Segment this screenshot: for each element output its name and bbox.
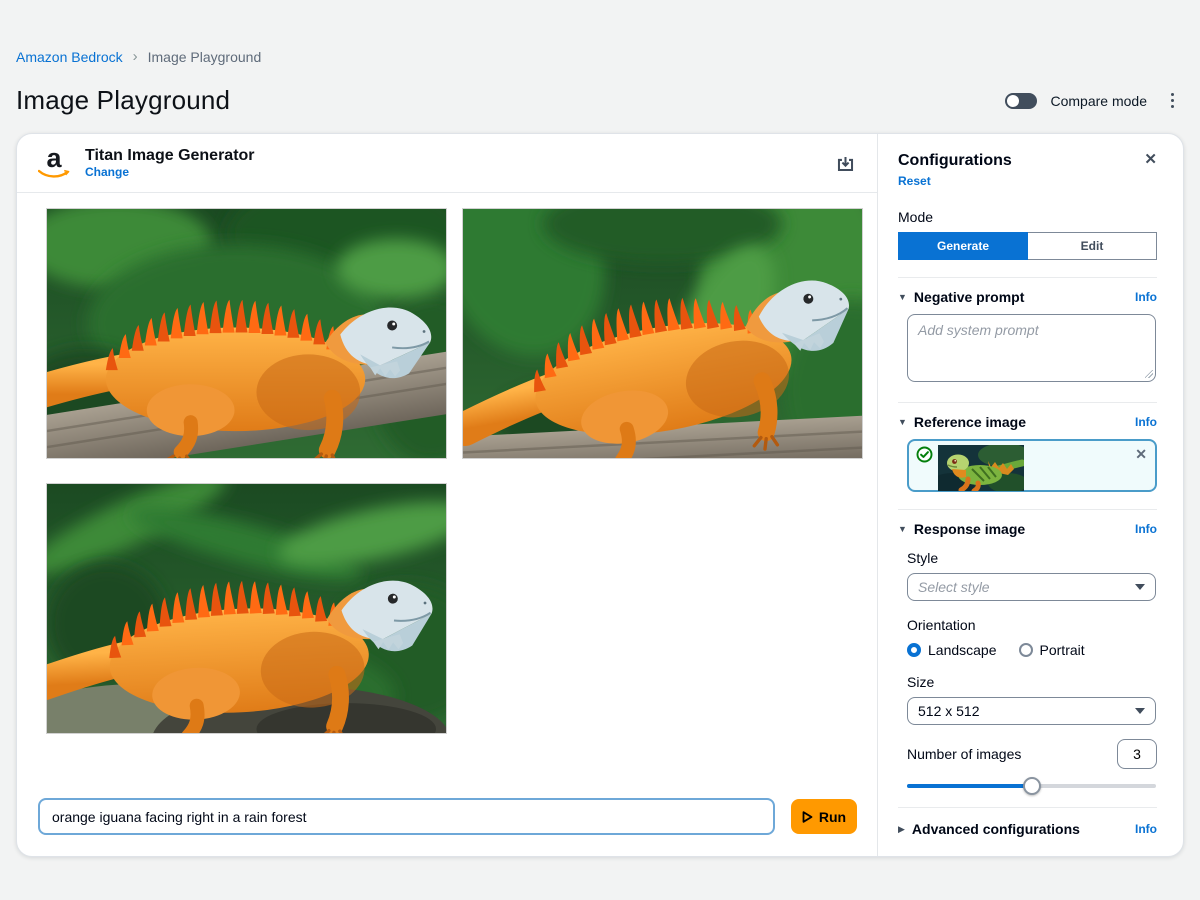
number-of-images-input[interactable] <box>1117 739 1157 769</box>
divider <box>898 807 1157 808</box>
number-of-images-slider[interactable] <box>907 777 1156 795</box>
kebab-menu-icon[interactable] <box>1161 89 1184 112</box>
number-of-images-label: Number of images <box>907 746 1021 762</box>
divider <box>898 509 1157 510</box>
breadcrumb: Amazon Bedrock › Image Playground <box>16 48 1184 65</box>
main-panel: a Titan Image Generator Change <box>17 134 878 856</box>
mode-edit-button[interactable]: Edit <box>1028 232 1157 260</box>
caret-down-icon <box>1135 584 1145 590</box>
page-title: Image Playground <box>16 85 230 116</box>
slider-handle[interactable] <box>1023 777 1041 795</box>
generated-image-3[interactable] <box>47 484 446 733</box>
breadcrumb-current: Image Playground <box>148 49 262 65</box>
run-label: Run <box>819 809 846 825</box>
reference-image-thumbnail <box>938 445 1024 491</box>
configurations-panel: Configurations ✕ Reset Mode Generate Edi… <box>878 134 1183 856</box>
response-image-info-link[interactable]: Info <box>1135 522 1157 536</box>
page-header: Image Playground Compare mode <box>16 85 1184 116</box>
model-header: a Titan Image Generator Change <box>17 134 877 193</box>
play-icon <box>802 811 813 823</box>
reference-image-token[interactable]: ✕ <box>907 439 1157 492</box>
playground-card: a Titan Image Generator Change <box>16 133 1184 857</box>
configurations-title: Configurations <box>898 152 1012 170</box>
advanced-configurations-section-header[interactable]: ▶ Advanced configurations Info <box>898 821 1157 837</box>
orientation-landscape-radio[interactable]: Landscape <box>907 642 997 658</box>
reference-image-info-link[interactable]: Info <box>1135 415 1157 429</box>
radio-selected-icon <box>907 643 921 657</box>
slider-fill <box>907 784 1032 788</box>
success-check-icon <box>916 446 933 463</box>
expand-icon: ▶ <box>898 824 905 835</box>
compare-mode-label: Compare mode <box>1051 93 1148 109</box>
toggle-knob <box>1007 95 1019 107</box>
breadcrumb-separator-icon: › <box>133 48 138 65</box>
collapse-icon: ▼ <box>898 524 907 534</box>
collapse-icon: ▼ <box>898 417 907 427</box>
generated-image-1[interactable] <box>47 209 446 458</box>
caret-down-icon <box>1135 708 1145 714</box>
response-image-section-header[interactable]: ▼ Response image Info <box>898 521 1157 537</box>
model-name: Titan Image Generator <box>85 147 255 165</box>
reference-image-section-header[interactable]: ▼ Reference image Info <box>898 414 1157 430</box>
style-select[interactable]: Select style <box>907 573 1156 601</box>
negative-prompt-textarea[interactable] <box>907 314 1156 382</box>
mode-generate-button[interactable]: Generate <box>898 232 1028 260</box>
mode-label: Mode <box>898 209 1157 225</box>
orientation-portrait-radio[interactable]: Portrait <box>1019 642 1085 658</box>
remove-reference-icon[interactable]: ✕ <box>1135 446 1147 463</box>
amazon-logo-icon: a <box>37 147 71 179</box>
breadcrumb-link-bedrock[interactable]: Amazon Bedrock <box>16 49 123 65</box>
mode-segmented-control: Generate Edit <box>898 232 1157 260</box>
divider <box>898 402 1157 403</box>
close-panel-icon[interactable]: ✕ <box>1144 152 1157 168</box>
radio-unselected-icon <box>1019 643 1033 657</box>
negative-prompt-info-link[interactable]: Info <box>1135 290 1157 304</box>
generated-image-2[interactable] <box>463 209 862 458</box>
prompt-bar: Run <box>17 798 877 856</box>
divider <box>898 277 1157 278</box>
size-label: Size <box>907 674 1157 690</box>
orientation-label: Orientation <box>907 617 1157 633</box>
run-button[interactable]: Run <box>791 799 857 834</box>
change-model-link[interactable]: Change <box>85 165 255 179</box>
collapse-icon: ▼ <box>898 292 907 302</box>
reset-link[interactable]: Reset <box>898 174 931 188</box>
advanced-configurations-info-link[interactable]: Info <box>1135 822 1157 836</box>
size-select[interactable]: 512 x 512 <box>907 697 1156 725</box>
prompt-input[interactable] <box>38 798 775 835</box>
download-icon[interactable] <box>836 154 855 173</box>
generated-images-gallery <box>17 193 877 733</box>
compare-mode-toggle[interactable] <box>1005 93 1037 109</box>
negative-prompt-section-header[interactable]: ▼ Negative prompt Info <box>898 289 1157 305</box>
style-label: Style <box>907 550 1157 566</box>
